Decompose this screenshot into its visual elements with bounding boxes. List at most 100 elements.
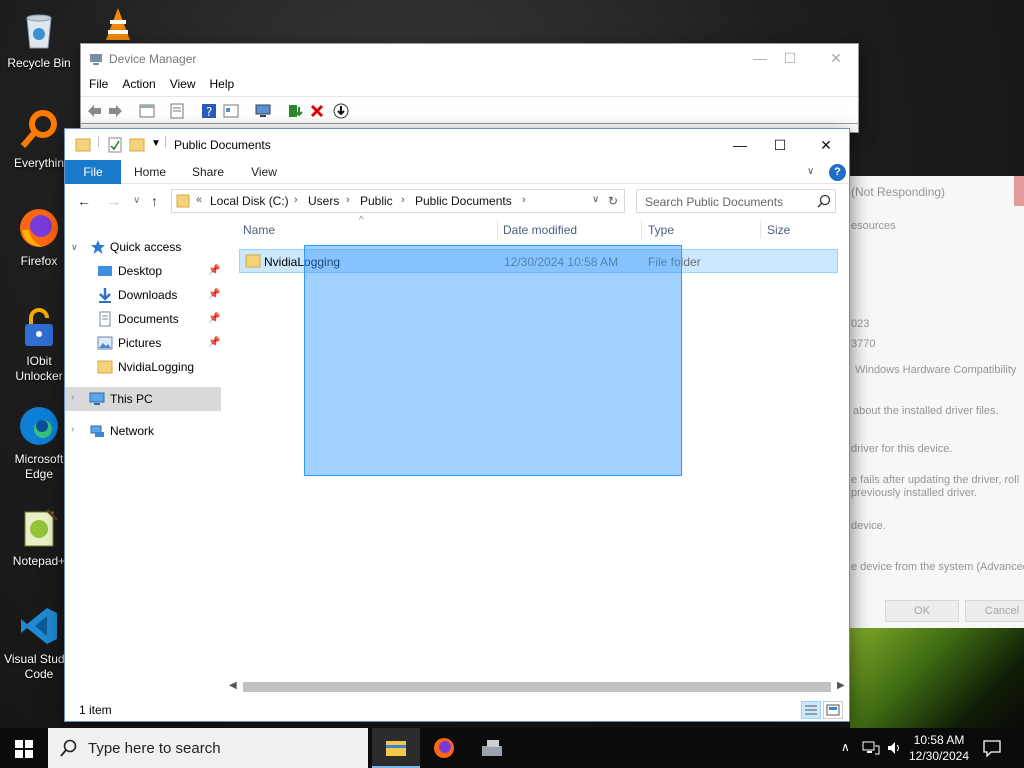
volume-icon[interactable]	[886, 740, 902, 759]
clock-date: 12/30/2024	[908, 749, 970, 763]
expand-chevron-icon[interactable]: ∨	[71, 242, 78, 253]
column-header-size[interactable]: Size	[767, 223, 790, 237]
device-manager-icon	[481, 738, 503, 761]
nav-item-documents[interactable]: Documents 📌	[65, 307, 221, 331]
breadcrumb-separator: ›	[522, 194, 526, 206]
expand-chevron-icon[interactable]: ›	[71, 392, 74, 403]
cancel-button[interactable]: Cancel	[965, 600, 1024, 622]
status-bar: 1 item	[65, 695, 849, 721]
taskbar-file-explorer[interactable]	[372, 728, 420, 768]
taskbar-device-manager[interactable]	[468, 728, 516, 768]
forward-arrow-icon[interactable]: →	[107, 193, 121, 209]
details-view-button[interactable]	[801, 701, 821, 719]
close-button[interactable]: ✕	[821, 50, 851, 67]
search-input[interactable]: Search Public Documents	[636, 189, 836, 213]
help-icon[interactable]: ?	[829, 164, 846, 181]
dialog-line: driver for this device.	[851, 443, 953, 455]
back-arrow-icon[interactable]: ←	[77, 193, 91, 209]
up-arrow-icon[interactable]: ↑	[151, 193, 158, 209]
customize-qat-icon[interactable]: ▼	[151, 138, 161, 149]
expand-chevron-icon[interactable]: ›	[71, 424, 74, 435]
tab-view[interactable]: View	[241, 160, 287, 184]
taskbar-firefox[interactable]	[420, 728, 468, 768]
system-clock[interactable]: 10:58 AM 12/30/2024	[904, 732, 974, 764]
nav-item-network[interactable]: › Network	[65, 419, 221, 443]
uninstall-icon[interactable]	[309, 103, 325, 119]
show-hide-console-icon[interactable]	[139, 103, 155, 119]
maximize-button[interactable]: ☐	[775, 50, 805, 67]
properties-qat-icon[interactable]	[107, 137, 123, 156]
pin-icon[interactable]: 📌	[208, 313, 220, 324]
folder-icon	[75, 137, 91, 156]
horizontal-scrollbar[interactable]: ◀ ▶	[225, 679, 849, 695]
forward-icon[interactable]	[107, 103, 123, 119]
title-bar[interactable]: | ▼ | Public Documents — ☐ ✕	[65, 129, 849, 161]
refresh-icon[interactable]: ↻	[608, 194, 618, 208]
help-icon[interactable]: ?	[201, 103, 217, 119]
nav-item-this-pc[interactable]: › This PC	[65, 387, 221, 411]
nav-item-quick-access[interactable]: ∨ Quick access	[65, 235, 221, 259]
menu-help[interactable]: Help	[210, 77, 235, 91]
windows-start-icon[interactable]	[15, 740, 33, 761]
address-bar[interactable]: « Local Disk (C:) › Users › Public › Pub…	[171, 189, 625, 213]
device-manager-window[interactable]: Device Manager — ☐ ✕ File Action View He…	[80, 43, 859, 133]
qat-separator: |	[164, 134, 168, 148]
column-header-date[interactable]: Date modified	[503, 223, 577, 237]
column-divider[interactable]	[760, 221, 761, 239]
recent-locations-icon[interactable]: ∨	[133, 195, 140, 206]
tab-share[interactable]: Share	[185, 160, 231, 184]
new-folder-qat-icon[interactable]	[129, 137, 145, 156]
network-tray-icon[interactable]	[862, 740, 880, 759]
address-prefix[interactable]: «	[196, 194, 202, 206]
tab-file[interactable]: File	[65, 160, 121, 184]
notifications-icon[interactable]	[983, 739, 1001, 760]
expand-ribbon-icon[interactable]: ∨	[807, 166, 814, 177]
breadcrumb-separator: ›	[401, 194, 405, 206]
nav-item-nvidialogging[interactable]: NvidiaLogging	[65, 355, 221, 379]
close-button-strip[interactable]	[1014, 176, 1024, 206]
ok-button[interactable]: OK	[885, 600, 959, 622]
file-explorer-window[interactable]: | ▼ | Public Documents — ☐ ✕ File Home S…	[64, 128, 850, 722]
scan-hardware-icon[interactable]	[255, 103, 271, 119]
column-header-type[interactable]: Type	[648, 223, 674, 237]
breadcrumb-local-disk[interactable]: Local Disk (C:)	[210, 194, 289, 208]
large-icons-view-button[interactable]	[823, 701, 843, 719]
scroll-thumb[interactable]	[243, 682, 831, 692]
maximize-button[interactable]: ☐	[757, 131, 803, 159]
pin-icon[interactable]: 📌	[208, 289, 220, 300]
scroll-right-icon[interactable]: ▶	[837, 680, 845, 691]
not-responding-dialog[interactable]: (Not Responding) esources 023 3770 Windo…	[840, 176, 1024, 628]
nav-item-downloads[interactable]: Downloads 📌	[65, 283, 221, 307]
taskbar-search-box[interactable]: Type here to search	[48, 728, 368, 768]
show-hidden-icons-icon[interactable]: ∧	[841, 740, 850, 754]
vlc-icon[interactable]	[100, 6, 136, 45]
menu-file[interactable]: File	[89, 77, 108, 91]
nav-item-pictures[interactable]: Pictures 📌	[65, 331, 221, 355]
pin-icon[interactable]: 📌	[208, 337, 220, 348]
title-bar[interactable]: Device Manager — ☐ ✕	[81, 44, 858, 74]
menu-view[interactable]: View	[170, 77, 196, 91]
scroll-left-icon[interactable]: ◀	[229, 680, 237, 691]
breadcrumb-users[interactable]: Users	[308, 194, 339, 208]
update-driver-icon[interactable]	[287, 103, 303, 119]
column-header-name[interactable]: Name	[243, 223, 275, 237]
breadcrumb-public-documents[interactable]: Public Documents	[415, 194, 512, 208]
close-button[interactable]: ✕	[803, 131, 849, 159]
enable-device-icon[interactable]	[333, 103, 349, 119]
breadcrumb-public[interactable]: Public	[360, 194, 393, 208]
minimize-button[interactable]: —	[745, 50, 775, 66]
nav-label: This PC	[110, 392, 153, 406]
dialog-line: e device from the system (Advanced).	[851, 561, 1024, 573]
column-divider[interactable]	[641, 221, 642, 239]
tab-home[interactable]: Home	[127, 160, 173, 184]
nav-item-desktop[interactable]: Desktop 📌	[65, 259, 221, 283]
view-icon[interactable]	[223, 103, 239, 119]
column-divider[interactable]	[497, 221, 498, 239]
properties-icon[interactable]	[169, 103, 185, 119]
pin-icon[interactable]: 📌	[208, 265, 220, 276]
menu-action[interactable]: Action	[122, 77, 155, 91]
everything-search-icon	[17, 108, 61, 152]
address-dropdown-icon[interactable]: ∨	[592, 194, 599, 205]
back-icon[interactable]	[87, 103, 103, 119]
desktop-icon-recycle-bin[interactable]: Recycle Bin	[0, 8, 78, 71]
